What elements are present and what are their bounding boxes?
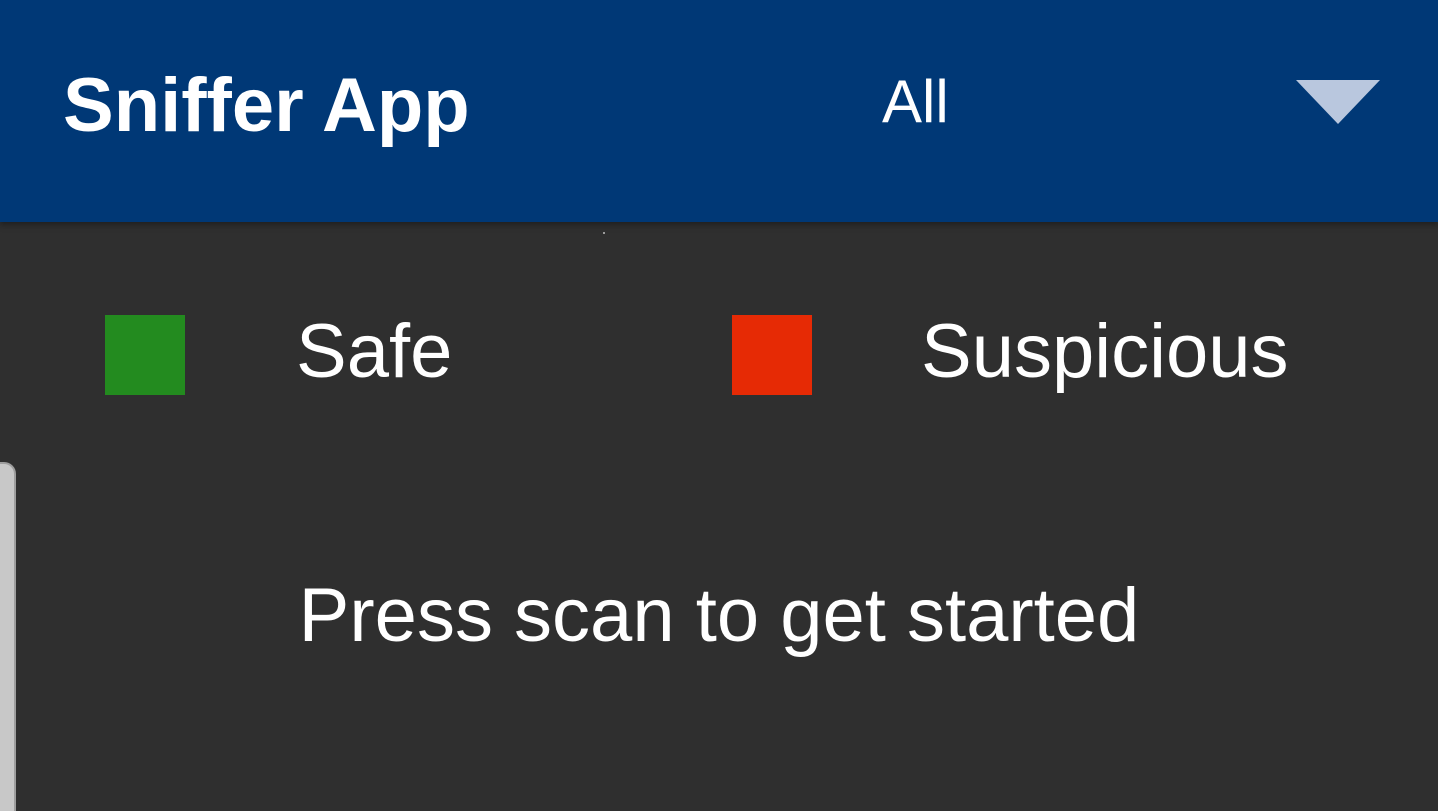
app-bar: Sniffer App All — [0, 0, 1438, 222]
empty-state-message: Press scan to get started — [298, 573, 1140, 658]
app-screen: Sniffer App All Safe Suspicious Press sc… — [0, 0, 1438, 811]
divider-dot — [603, 232, 605, 234]
safe-legend-label: Safe — [296, 309, 453, 394]
filter-dropdown[interactable]: All — [860, 40, 1420, 170]
suspicious-color-swatch — [732, 315, 812, 395]
dropdown-triangle-icon — [1296, 80, 1380, 124]
safe-color-swatch — [105, 315, 185, 395]
suspicious-legend-label: Suspicious — [921, 309, 1289, 394]
app-title: Sniffer App — [63, 63, 470, 148]
filter-selected-value: All — [882, 68, 949, 135]
